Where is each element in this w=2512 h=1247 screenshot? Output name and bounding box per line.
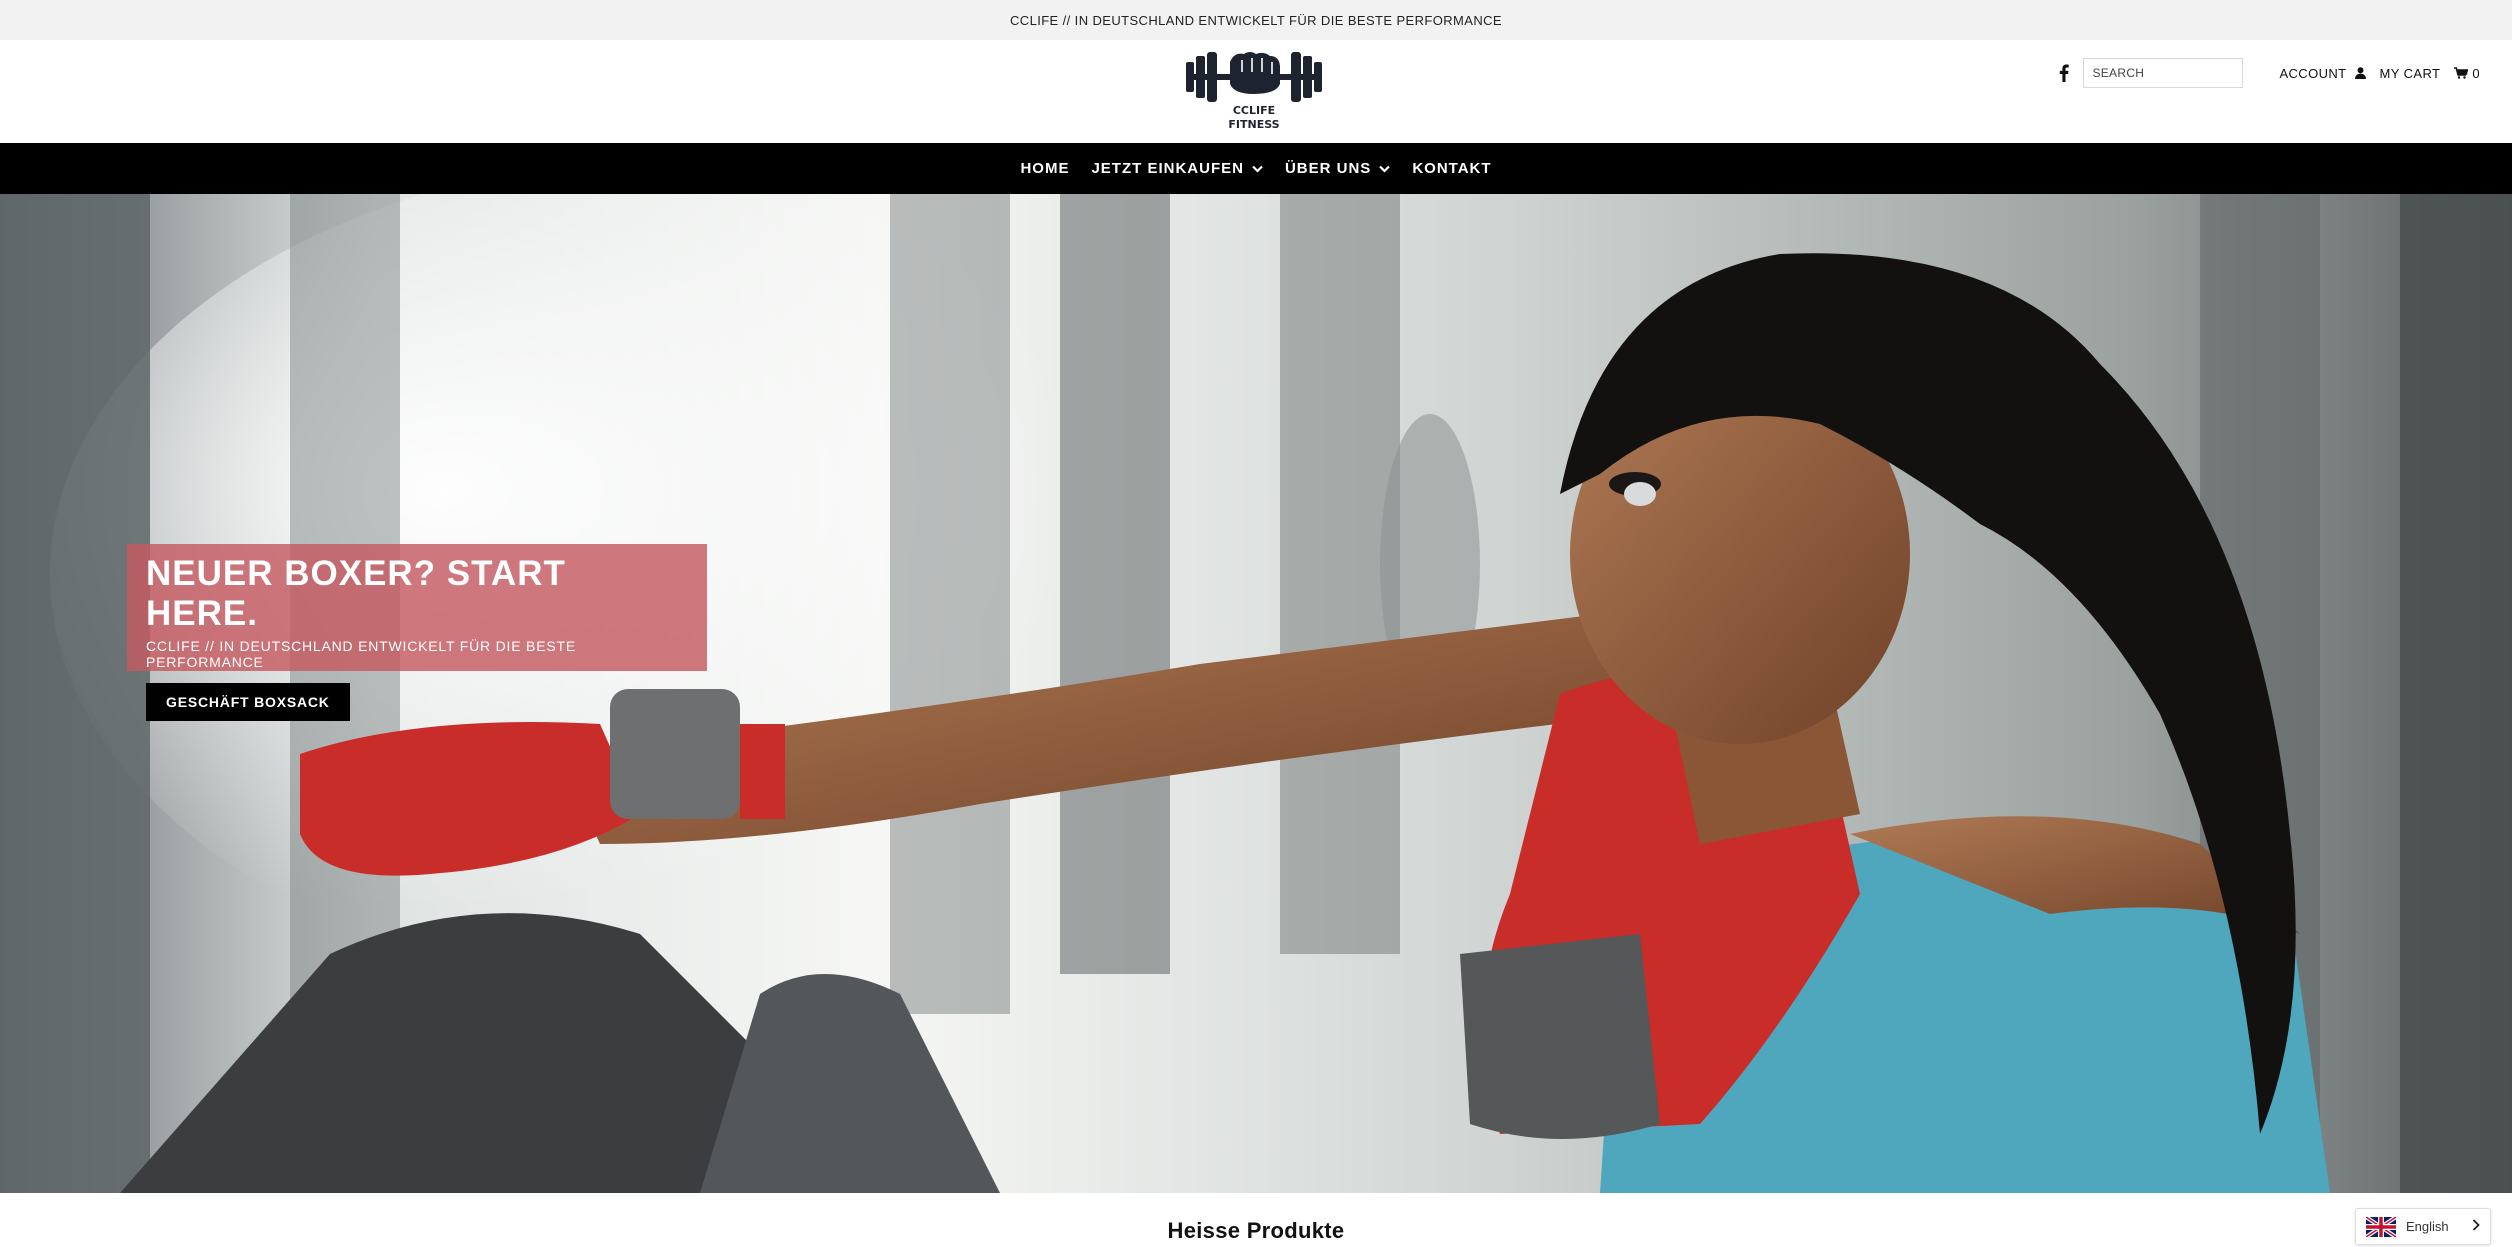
language-selector[interactable]: English — [2355, 1208, 2491, 1245]
hero-promo-box: NEUER BOXER? START HERE. CCLIFE // IN DE… — [127, 544, 707, 721]
chevron-right-icon — [2472, 1218, 2480, 1236]
nav-item-label: HOME — [1020, 160, 1070, 177]
nav-item-ueber-uns[interactable]: ÜBER UNS — [1274, 160, 1401, 177]
nav-item-kontakt[interactable]: KONTAKT — [1401, 160, 1502, 177]
language-label: English — [2406, 1219, 2449, 1234]
user-icon — [2354, 67, 2366, 79]
my-cart-link[interactable]: MY CART — [2380, 66, 2441, 81]
hero-title: NEUER BOXER? START HERE. — [146, 554, 566, 633]
main-nav: HOME JETZT EINKAUFEN ÜBER UNS KONTAKT — [0, 143, 2512, 194]
announcement-text: CCLIFE // IN DEUTSCHLAND ENTWICKELT FÜR … — [1010, 12, 1502, 28]
nav-item-jetzt-einkaufen[interactable]: JETZT EINKAUFEN — [1080, 160, 1274, 177]
chevron-down-icon — [1252, 165, 1263, 173]
hero-banner: NEUER BOXER? START HERE. CCLIFE // IN DE… — [0, 194, 2512, 1193]
logo-text-bottom: FITNESS — [1228, 118, 1279, 131]
nav-item-label: KONTAKT — [1412, 160, 1492, 177]
site-header: CCLIFE FITNESS ACCOUNT MY CART 0 — [0, 40, 2512, 143]
cart-count: 0 — [2472, 65, 2480, 81]
shop-boxsack-button[interactable]: GESCHÄFT BOXSACK — [146, 683, 350, 721]
account-link[interactable]: ACCOUNT — [2279, 65, 2366, 81]
uk-flag-icon — [2366, 1216, 2396, 1237]
section-title-hot-products: Heisse Produkte — [1167, 1218, 1345, 1243]
dumbbell-fist-logo-icon: CCLIFE FITNESS — [1186, 52, 1322, 131]
announcement-bar: CCLIFE // IN DEUTSCHLAND ENTWICKELT FÜR … — [0, 0, 2512, 40]
cart-label: MY CART — [2379, 65, 2441, 81]
header-utilities: ACCOUNT MY CART 0 — [2055, 56, 2480, 90]
hero-subtitle: CCLIFE // IN DEUTSCHLAND ENTWICKELT FÜR … — [146, 638, 576, 670]
logo-text-top: CCLIFE — [1233, 104, 1275, 117]
cart-icon — [2454, 67, 2469, 79]
nav-item-label: ÜBER UNS — [1284, 160, 1372, 177]
nav-item-home[interactable]: HOME — [1009, 160, 1080, 177]
cart-count-link[interactable]: 0 — [2454, 66, 2480, 81]
site-logo[interactable]: CCLIFE FITNESS — [1184, 48, 1324, 134]
chevron-down-icon — [1379, 165, 1391, 173]
nav-item-label: JETZT EINKAUFEN — [1091, 160, 1244, 177]
account-label: ACCOUNT — [2279, 65, 2347, 81]
facebook-icon[interactable] — [2055, 62, 2073, 84]
search-input[interactable] — [2083, 58, 2244, 88]
